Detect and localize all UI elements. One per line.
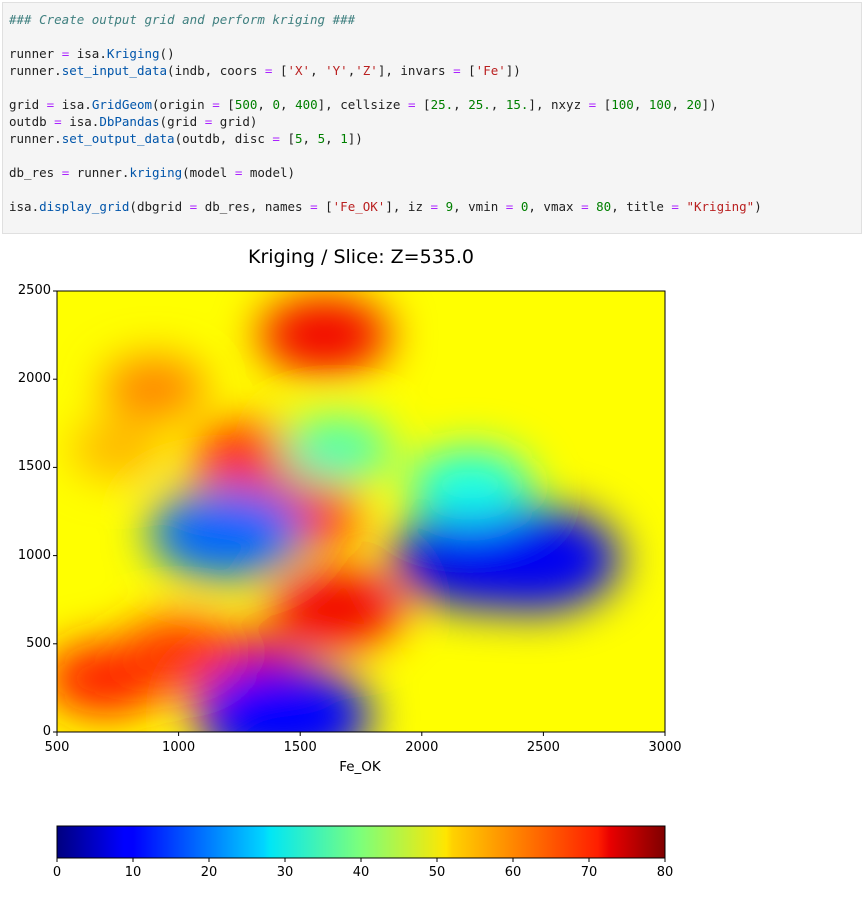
colorbar-tick-label: 60 (504, 865, 522, 880)
colorbar-tick-label: 80 (656, 865, 674, 880)
x-tick-label: 1500 (283, 740, 317, 755)
x-tick-label: 2000 (405, 740, 439, 755)
heatmap-feature (279, 415, 394, 484)
heatmap-feature (70, 421, 165, 478)
colorbar-tick-label: 50 (428, 865, 446, 880)
y-tick-label: 1500 (17, 459, 51, 475)
colorbar-tick-label: 10 (124, 865, 142, 880)
heatmap-image (57, 291, 665, 732)
heatmap-feature (148, 486, 306, 580)
heatmap-feature (271, 569, 402, 648)
y-tick-label: 2000 (17, 371, 51, 387)
colorbar (56, 825, 666, 859)
x-tick-label: 500 (44, 740, 70, 755)
colorbar-tick-label: 0 (52, 865, 62, 880)
heatmap-feature (119, 617, 238, 688)
x-tick-label: 1000 (162, 740, 196, 755)
y-tick-label: 0 (42, 724, 51, 739)
x-axis-label: Fe_OK (339, 759, 381, 775)
y-tick-label: 1000 (17, 547, 51, 563)
colorbar-tick-label: 40 (352, 865, 370, 880)
heatmap-feature (442, 506, 621, 612)
colorbar-tick-label: 70 (580, 865, 598, 880)
colorbar-tick-label: 30 (276, 865, 294, 880)
heatmap-feature (102, 357, 207, 420)
y-tick-label: 2500 (17, 283, 51, 298)
heatmap-feature (259, 296, 390, 374)
colorbar-tick-label: 20 (200, 865, 218, 880)
x-tick-label: 2500 (526, 740, 560, 755)
y-tick-label: 500 (26, 635, 51, 651)
colorbar-ticks (56, 858, 666, 862)
heatmap-feature (408, 448, 533, 522)
x-tick-label: 3000 (648, 740, 682, 755)
heatmap-chart (53, 290, 666, 862)
